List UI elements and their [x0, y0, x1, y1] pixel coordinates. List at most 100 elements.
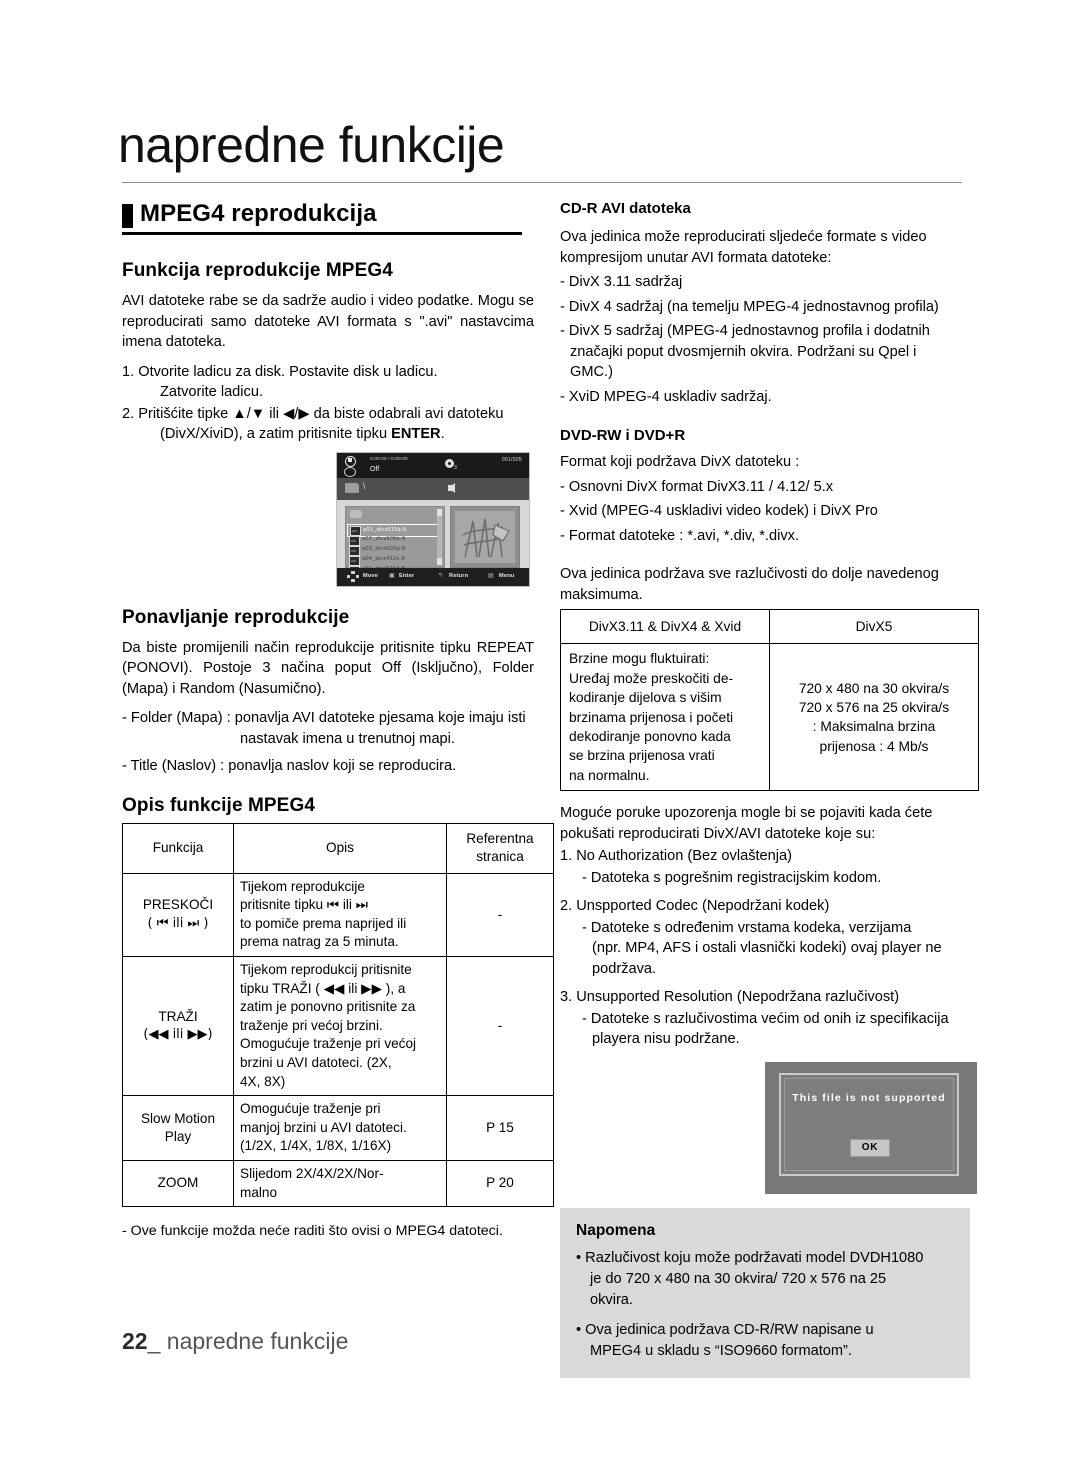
note-line: na normalnu. — [569, 767, 650, 783]
speaker-icon — [448, 482, 455, 493]
osd-repeat-mode: Off — [370, 465, 380, 473]
subsection-title-repeat: Ponavljanje reprodukcije — [122, 606, 350, 628]
cell-function-name: ZOOM — [122, 1159, 234, 1208]
error-1-detail: - Datoteka s pogrešnim registracijskim k… — [582, 869, 882, 886]
dvd-line-3: - Format datoteke : *.avi, *.div, *.divx… — [560, 527, 799, 544]
function-label: Slow Motion — [140, 1110, 216, 1126]
note-line: brzinama prijenosa i početi — [569, 709, 734, 725]
table-header-ref: Referentna stranica — [446, 822, 554, 874]
left-column: MPEG4 reprodukcija Funkcija reprodukcije… — [122, 200, 554, 1241]
error-2-detail-c: podržava. — [592, 960, 657, 977]
desc-line: malno — [240, 1184, 278, 1200]
step-2-enter-key: ENTER — [391, 425, 441, 442]
osd-time: 0:00:00 / 0:00:00 — [370, 455, 408, 461]
paragraph-repeat: Da biste promijenili način reprodukcije … — [122, 639, 534, 697]
cell-reference: - — [446, 872, 554, 958]
error-2-detail-a: - Datoteke s određenim vrstama kodeka, v… — [582, 919, 912, 936]
function-keys: Play — [164, 1129, 192, 1145]
osd-path: \ — [363, 480, 366, 491]
hint-menu: Menu — [499, 572, 515, 579]
folder-icon — [345, 482, 359, 493]
step-2-post: . — [440, 425, 445, 442]
heading-cdr-avi: CD-R AVI datoteka — [560, 200, 691, 217]
desc-line: prema natrag za 5 minuta. — [240, 934, 399, 950]
steps-list: 1. Otvorite ladicu za disk. Postavite di… — [122, 362, 534, 444]
desc-line: traženje pri većoj brzini. — [240, 1017, 383, 1033]
table-row: Slow Motion Play Omogućuje traženje pri … — [122, 1095, 554, 1161]
document-page: napredne funkcije MPEG4 reprodukcija Fun… — [0, 0, 1080, 1461]
dialog-message: This file is not supported — [792, 1091, 946, 1104]
note-title: Napomena — [576, 1221, 656, 1239]
error-1-title: 1. No Authorization (Bez ovlaštenja) — [560, 848, 793, 865]
format-line-divx5-c: GMC.) — [570, 364, 613, 380]
cell-reference: - — [446, 956, 554, 1097]
note-bullet-2: • Ova jedinica podržava CD-R/RW napisane… — [576, 1320, 954, 1362]
desc-line: 4X, 8X) — [240, 1073, 286, 1089]
header-divider — [122, 182, 962, 183]
note-line: Uređaj može preskočiti de- — [569, 670, 734, 686]
desc-line: Omogućuje traženje pri — [240, 1101, 381, 1117]
footer-label: napredne funkcije — [166, 1328, 349, 1354]
format-line-xvid: - XviD MPEG-4 uskladiv sadržaj. — [560, 388, 772, 405]
footer-underscore: _ — [147, 1328, 161, 1354]
osd-file-list[interactable]: ... AVI a01_divx515b-8 AVI a02_divx505b-… — [345, 505, 445, 576]
cell-divx5-specs: 720 x 480 na 30 okvira/s 720 x 576 na 25… — [769, 643, 979, 792]
table-header-opis: Opis — [233, 822, 447, 874]
table-row: ZOOM Slijedom 2X/4X/2X/Nor- malno P 20 — [122, 1159, 554, 1208]
cell-function-name: Slow Motion Play — [122, 1095, 234, 1161]
list-item-label: a04_divx412x-8 — [362, 556, 405, 562]
parent-folder-icon[interactable] — [350, 509, 362, 518]
section-underline — [122, 232, 522, 235]
list-item-label: a02_divx505b-8 — [362, 536, 406, 542]
error-3-detail-a: - Datoteke s razlučivostima većim od oni… — [582, 1010, 949, 1027]
desc-line: brzini u AVI datoteci. (2X, — [240, 1055, 392, 1071]
cell-description: Tijekom reprodukcije pritisnite tipku ⏮ … — [233, 872, 447, 958]
note-bullet-1-c: okvira. — [590, 1291, 633, 1308]
avi-badge: AVI — [352, 528, 358, 533]
list-item[interactable]: AVI a02_divx505b-8 — [349, 536, 435, 546]
function-description-table: Funkcija Opis Referentna stranica PRESKO… — [122, 822, 554, 1208]
note-line: kodiranje dijelova s višim — [569, 690, 722, 706]
avi-badge: AVI — [351, 558, 357, 563]
hint-return: Return — [449, 572, 469, 579]
note-bullet-1: • Razlučivost koju može podržavati model… — [576, 1248, 954, 1311]
note-bullet-1-a: • Razlučivost koju može podržavati model… — [576, 1249, 924, 1266]
osd-hint-bar: Move ▣ Enter ↰ Return ▤ Menu — [337, 567, 529, 586]
enter-key-icon: ▣ — [389, 572, 395, 579]
table-row: Brzine mogu fluktuirati: Uređaj može pre… — [560, 643, 979, 792]
dpad-icon — [347, 570, 359, 582]
table-row: PRESKOČI ( ⏮ ili ⏭ ) Tijekom reprodukcij… — [122, 872, 554, 958]
step-2-line-2: (DivX/XiviD), a zatim pritisnite tipku E… — [141, 424, 534, 444]
function-keys: ( ⏮ ili ⏭ ) — [147, 915, 209, 931]
desc-line: pritisnite tipku ⏮ ili ⏭ — [240, 897, 368, 913]
paragraph-cdr-intro: Ova jedinica može reproducirati sljedeće… — [560, 229, 927, 266]
scrollbar[interactable] — [437, 508, 442, 565]
cell-bitrate-notes: Brzine mogu fluktuirati: Uređaj može pre… — [560, 643, 770, 792]
paragraph-divx-format: Format koji podržava DivX datoteku : — [560, 454, 800, 470]
osd-thumbnail-preview — [450, 505, 520, 568]
desc-line: (1/2X, 1/4X, 1/8X, 1/16X) — [240, 1138, 392, 1154]
desc-line: Tijekom reprodukcij pritisnite — [240, 962, 412, 978]
note-bullet-1-b: je do 720 x 480 na 30 okvira/ 720 x 576 … — [590, 1270, 887, 1287]
table-header-row: Funkcija Opis Referentna stranica — [122, 822, 554, 874]
list-item[interactable]: AVI a03_divx502p-8 — [349, 546, 435, 556]
step-2-line-1: 2. Pritišćite tipke ▲/▼ ili ◀/▶ da biste… — [122, 405, 504, 422]
heading-dvdrw: DVD-RW i DVD+R — [560, 427, 686, 444]
note-line: dekodiranje ponovno kada — [569, 729, 731, 745]
osd-status-bar: 0:00:00 / 0:00:00 Off 3 001/005 — [337, 452, 529, 478]
table-row: TRAŽI (◀◀ ili ▶▶) Tijekom reprodukcij pr… — [122, 956, 554, 1097]
step-item-2: 2. Pritišćite tipke ▲/▼ ili ◀/▶ da biste… — [122, 404, 534, 444]
disc-icon: 3 — [445, 458, 457, 471]
repeat-icon — [344, 466, 356, 477]
step-2-pre: (DivX/XiviD), a zatim pritisnite tipku — [160, 425, 392, 442]
step-1-line-1: 1. Otvorite ladicu za disk. Postavite di… — [122, 363, 438, 380]
list-item-label: a03_divx502p-8 — [362, 546, 406, 552]
dvd-line-2: - Xvid (MPEG-4 uskladivi video kodek) i … — [560, 503, 878, 519]
note-bullet-2-b: MPEG4 u skladu s “ISO9660 formatom”. — [590, 1342, 852, 1359]
avi-badge: AVI — [351, 538, 357, 543]
page-footer: 22_ napredne funkcije — [122, 1328, 348, 1355]
list-item-label: a01_divx515b-8 — [363, 526, 407, 533]
desc-line: to pomiče prema naprijed ili — [240, 915, 407, 931]
list-item[interactable]: AVI a04_divx412x-8 — [349, 556, 435, 566]
ok-button[interactable]: OK — [850, 1138, 890, 1157]
